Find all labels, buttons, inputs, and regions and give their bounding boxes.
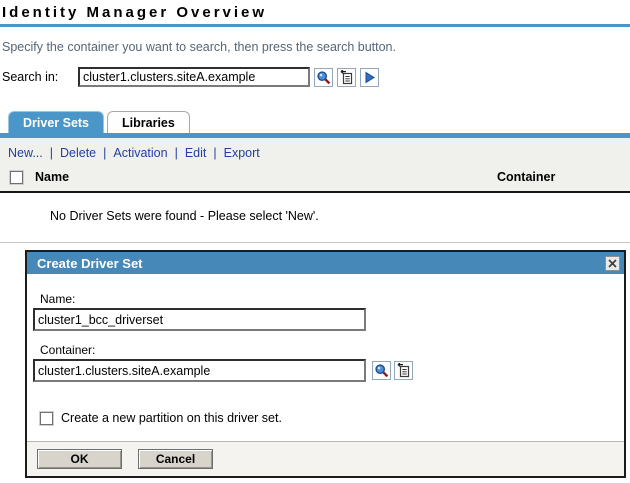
create-driver-set-dialog: Create Driver Set Name: Container: — [25, 250, 626, 478]
title-divider — [0, 24, 630, 27]
toolbar-separator: | — [213, 146, 216, 160]
dialog-title: Create Driver Set — [37, 256, 605, 271]
ok-button[interactable]: OK — [37, 449, 122, 469]
search-icon — [316, 70, 331, 85]
search-row: Search in: — [2, 67, 630, 87]
toolbar-link-edit[interactable]: Edit — [185, 146, 207, 160]
empty-results-message: No Driver Sets were found - Please selec… — [50, 209, 630, 223]
go-icon — [363, 71, 376, 84]
object-history-icon — [339, 70, 354, 85]
container-search-button[interactable] — [372, 361, 391, 380]
cancel-button[interactable]: Cancel — [138, 449, 213, 469]
dialog-close-button[interactable] — [605, 256, 620, 271]
search-button[interactable] — [314, 68, 333, 87]
container-field[interactable] — [33, 359, 366, 382]
container-field-label: Container: — [40, 343, 614, 357]
partition-checkbox-label: Create a new partition on this driver se… — [61, 411, 282, 425]
page-title: Identity Manager Overview — [0, 0, 630, 24]
select-all-checkbox[interactable] — [10, 171, 23, 184]
dialog-footer: OK Cancel — [27, 441, 624, 476]
tab-driver-sets[interactable]: Driver Sets — [8, 111, 104, 133]
go-button[interactable] — [360, 68, 379, 87]
toolbar-link-activation[interactable]: Activation — [113, 146, 167, 160]
container-history-button[interactable] — [394, 361, 413, 380]
dialog-body: Name: Container: — [27, 274, 624, 425]
toolbar-link-export[interactable]: Export — [224, 146, 260, 160]
toolbar-link-delete[interactable]: Delete — [60, 146, 96, 160]
toolbar-separator: | — [175, 146, 178, 160]
object-history-icon — [396, 363, 411, 378]
table-header-row: Name Container — [0, 167, 630, 193]
toolbar-link-new[interactable]: New... — [8, 146, 43, 160]
partition-checkbox-row: Create a new partition on this driver se… — [40, 411, 614, 425]
search-icon — [374, 363, 389, 378]
name-field[interactable] — [33, 308, 366, 331]
search-in-label: Search in: — [2, 70, 78, 84]
name-field-label: Name: — [40, 292, 614, 306]
partition-checkbox[interactable] — [40, 412, 53, 425]
dialog-titlebar: Create Driver Set — [27, 252, 624, 274]
instruction-text: Specify the container you want to search… — [2, 40, 630, 54]
object-history-button[interactable] — [337, 68, 356, 87]
tab-libraries[interactable]: Libraries — [107, 111, 190, 133]
container-field-row — [33, 359, 614, 382]
section-divider — [0, 242, 630, 243]
search-input[interactable] — [78, 67, 310, 87]
column-header-container: Container — [497, 170, 622, 184]
tab-strip: Driver Sets Libraries — [8, 111, 630, 133]
toolbar-separator: | — [103, 146, 106, 160]
action-toolbar: New... | Delete | Activation | Edit | Export — [0, 138, 630, 167]
results-grid-header: New... | Delete | Activation | Edit | Export Nam… — [0, 138, 630, 193]
column-header-name: Name — [35, 170, 69, 184]
toolbar-separator: | — [50, 146, 53, 160]
close-icon — [607, 258, 618, 269]
